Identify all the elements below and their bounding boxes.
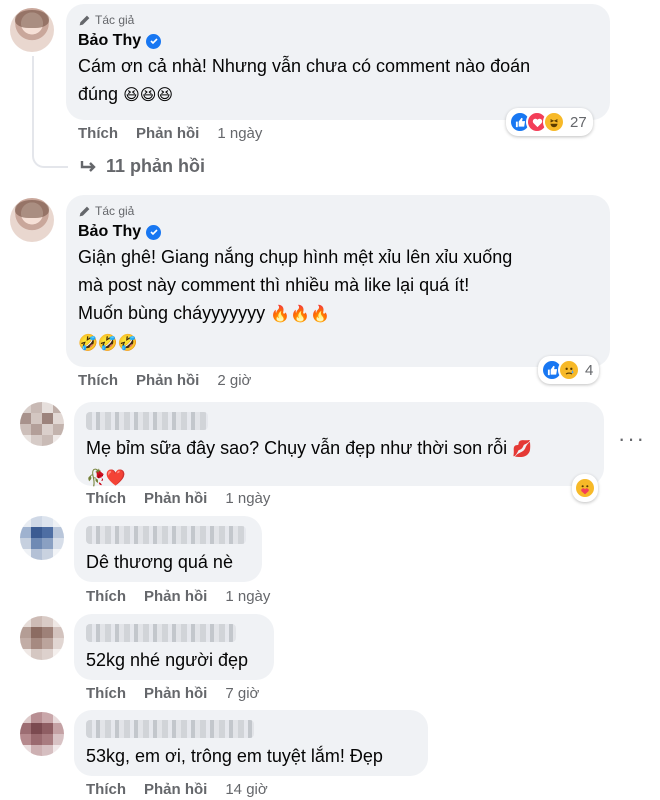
avatar[interactable]	[10, 198, 54, 242]
rose-heart-emoji: 🥀❤️	[86, 468, 126, 487]
reply-button[interactable]: Phản hồi	[144, 685, 207, 702]
comment-actions: Thích Phản hồi 1 ngày	[86, 588, 270, 605]
timestamp[interactable]: 1 ngày	[225, 588, 270, 605]
rofl-emoji: 🤣🤣🤣	[78, 333, 138, 352]
view-replies-link[interactable]: 11 phản hồi	[80, 156, 205, 177]
fire-emoji: 🔥🔥🔥	[270, 304, 330, 323]
blurred-author-name	[86, 412, 208, 430]
author-name[interactable]: Bảo Thy	[78, 223, 141, 241]
laughing-emoji: 😆😆😆	[123, 85, 174, 104]
comment-text: Dê thương quá nè	[86, 552, 233, 572]
author-name[interactable]: Bảo Thy	[78, 32, 141, 50]
author-badge: Tác giả	[78, 12, 598, 28]
comment-text: 53kg, em ơi, trông em tuyệt lắm! Đẹp	[86, 746, 383, 766]
comment-bubble: 53kg, em ơi, trông em tuyệt lắm! Đẹp	[74, 710, 428, 776]
like-button[interactable]: Thích	[86, 685, 126, 702]
reply-button[interactable]: Phản hồi	[144, 490, 207, 507]
more-options-icon[interactable]: ···	[618, 426, 646, 452]
comment-bubble: Dê thương quá nè	[74, 516, 262, 582]
like-button[interactable]: Thích	[78, 125, 118, 142]
comment-text: Cám ơn cả nhà! Nhưng vẫn chưa có comment…	[78, 56, 531, 104]
like-button[interactable]: Thích	[86, 588, 126, 605]
verified-icon	[146, 33, 162, 49]
comment-actions: Thích Phản hồi 2 giờ	[78, 372, 251, 389]
sad-icon	[558, 359, 580, 381]
reaction-count: 27	[570, 113, 587, 131]
pen-icon	[79, 206, 90, 216]
timestamp[interactable]: 2 giờ	[217, 372, 251, 389]
comment-text: 52kg nhé người đẹp	[86, 650, 248, 670]
comment-actions: Thích Phản hồi 1 ngày	[78, 125, 262, 142]
avatar[interactable]	[20, 712, 64, 756]
reaction-summary[interactable]: 4	[538, 356, 600, 384]
reaction-summary[interactable]	[572, 474, 598, 502]
reply-button[interactable]: Phản hồi	[144, 781, 207, 798]
reply-button[interactable]: Phản hồi	[144, 588, 207, 605]
thread-line	[32, 56, 68, 168]
reaction-count: 4	[585, 361, 594, 379]
avatar[interactable]	[10, 8, 54, 52]
like-button[interactable]: Thích	[78, 372, 118, 389]
avatar[interactable]	[20, 516, 64, 560]
comment-actions: Thích Phản hồi 7 giờ	[86, 685, 259, 702]
comment-actions: Thích Phản hồi 1 ngày	[86, 490, 270, 507]
blurred-author-name	[86, 624, 236, 642]
avatar[interactable]	[20, 402, 64, 446]
comment-text: Giận ghê! Giang nắng chụp hình mệt xỉu l…	[78, 247, 513, 352]
comment-bubble: Mẹ bỉm sữa đây sao? Chụy vẫn đẹp như thờ…	[74, 402, 604, 487]
avatar[interactable]	[20, 616, 64, 660]
comment-actions: Thích Phản hồi 14 giờ	[86, 781, 268, 798]
like-button[interactable]: Thích	[86, 490, 126, 507]
comment-bubble: Tác giả Bảo Thy Cám ơn cả nhà! Nhưng vẫn…	[66, 4, 610, 120]
blurred-author-name	[86, 720, 254, 738]
comment-bubble: 52kg nhé người đẹp	[74, 614, 274, 680]
timestamp[interactable]: 1 ngày	[217, 125, 262, 142]
reply-arrow-icon	[80, 160, 96, 172]
comment-text: Mẹ bỉm sữa đây sao? Chụy vẫn đẹp như thờ…	[86, 438, 533, 487]
blurred-author-name	[86, 526, 246, 544]
verified-icon	[146, 224, 162, 240]
comment-bubble: Tác giả Bảo Thy Giận ghê! Giang nắng chụ…	[66, 195, 610, 367]
pen-icon	[79, 15, 90, 25]
like-button[interactable]: Thích	[86, 781, 126, 798]
reaction-summary[interactable]: 27	[506, 108, 593, 136]
care-icon	[574, 477, 596, 499]
reply-button[interactable]: Phản hồi	[136, 125, 199, 142]
haha-icon	[543, 111, 565, 133]
reply-button[interactable]: Phản hồi	[136, 372, 199, 389]
timestamp[interactable]: 1 ngày	[225, 490, 270, 507]
timestamp[interactable]: 14 giờ	[225, 781, 267, 798]
kiss-emoji: 💋	[512, 439, 533, 458]
author-badge: Tác giả	[78, 203, 598, 219]
timestamp[interactable]: 7 giờ	[225, 685, 259, 702]
